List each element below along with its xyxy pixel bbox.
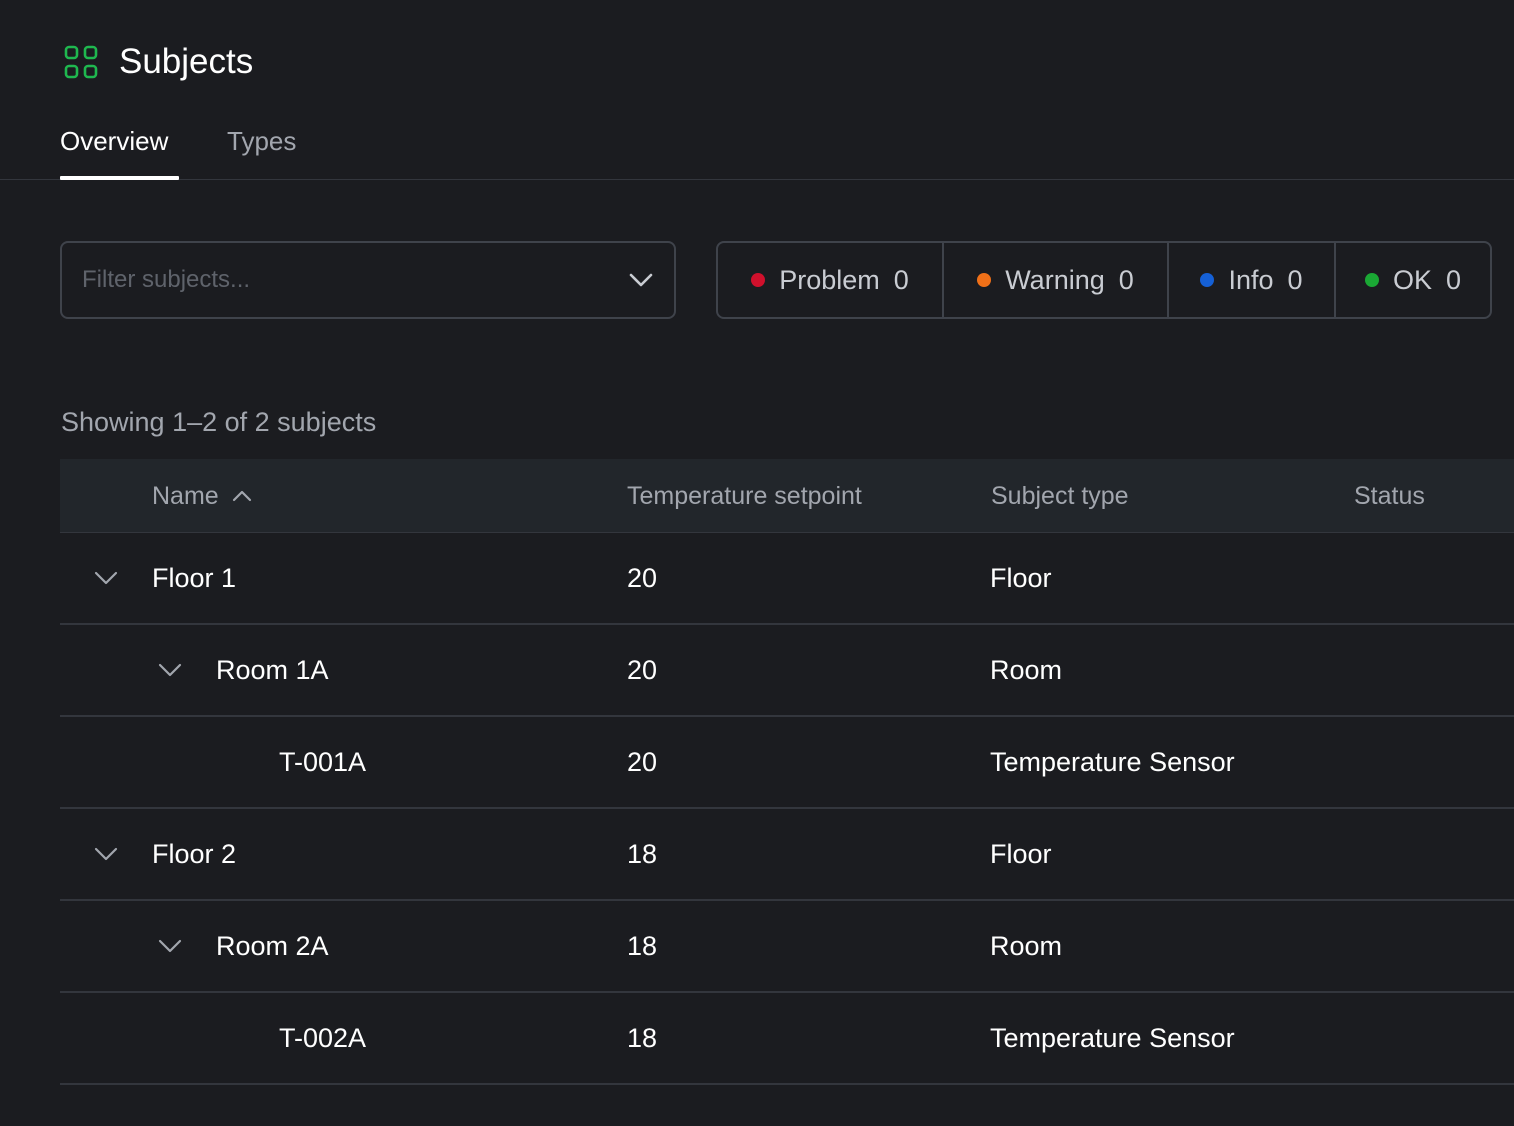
- column-header-temperature[interactable]: Temperature setpoint: [627, 459, 862, 533]
- table-row[interactable]: Room 1A 20 Room: [60, 625, 1514, 717]
- cell-temperature: 20: [627, 562, 658, 593]
- cell-temperature: 18: [627, 930, 658, 961]
- column-header-label: Name: [152, 481, 219, 510]
- tab-overview[interactable]: Overview: [60, 124, 168, 158]
- cell-temperature: 20: [627, 654, 658, 685]
- table-row[interactable]: T-001A 20 Temperature Sensor: [60, 717, 1514, 809]
- cell-name: Room 1A: [216, 654, 329, 685]
- chevron-down-icon[interactable]: [156, 932, 184, 960]
- cell-subject-type: Temperature Sensor: [990, 1022, 1235, 1053]
- subjects-page: Subjects Overview Types Problem 0 Warnin…: [0, 0, 1514, 1126]
- grid-icon: [64, 45, 98, 79]
- table-row[interactable]: Floor 1 20 Floor: [60, 533, 1514, 625]
- chevron-down-icon[interactable]: [92, 840, 120, 868]
- status-label: Info: [1228, 264, 1274, 295]
- column-header-name[interactable]: Name: [152, 459, 253, 533]
- status-count: 0: [1287, 264, 1303, 295]
- page-title: Subjects: [119, 42, 254, 81]
- status-count: 0: [1445, 264, 1462, 295]
- status-count: 0: [893, 264, 909, 295]
- active-tab-indicator: [60, 176, 179, 180]
- problem-dot-icon: [751, 273, 766, 287]
- cell-name: Floor 2: [152, 838, 237, 869]
- filter-subjects-combobox[interactable]: [60, 241, 676, 319]
- status-warning-button[interactable]: Warning 0: [944, 243, 1169, 317]
- warning-dot-icon: [977, 273, 992, 287]
- table-header: Name Temperature setpoint Subject type S…: [60, 459, 1514, 533]
- cell-subject-type: Floor: [990, 562, 1052, 593]
- column-header-status[interactable]: Status: [1354, 459, 1425, 533]
- status-filter-group: Problem 0 Warning 0 Info 0 OK 0: [716, 241, 1492, 319]
- filter-subjects-input[interactable]: [62, 243, 626, 317]
- cell-temperature: 18: [627, 838, 658, 869]
- info-dot-icon: [1200, 273, 1215, 287]
- column-header-type[interactable]: Subject type: [991, 459, 1129, 533]
- sort-ascending-icon: [232, 490, 251, 502]
- table-body: Floor 1 20 Floor Room 1A 20 Room T-001A 20 Tempe…: [60, 533, 1514, 1085]
- cell-temperature: 20: [627, 746, 658, 777]
- cell-subject-type: Floor: [990, 838, 1052, 869]
- cell-name: Room 2A: [216, 930, 329, 961]
- results-summary: Showing 1–2 of 2 subjects: [61, 407, 377, 437]
- table-row[interactable]: Room 2A 18 Room: [60, 901, 1514, 993]
- ok-dot-icon: [1364, 273, 1379, 287]
- tab-bar: Overview Types: [0, 118, 1514, 180]
- chevron-down-icon[interactable]: [626, 265, 656, 295]
- status-problem-button[interactable]: Problem 0: [718, 243, 944, 317]
- table-row[interactable]: Floor 2 18 Floor: [60, 809, 1514, 901]
- status-ok-button[interactable]: OK 0: [1336, 243, 1490, 317]
- status-label: Problem: [779, 264, 880, 295]
- status-label: OK: [1392, 264, 1432, 295]
- cell-name: T-001A: [279, 746, 367, 777]
- page-header: Subjects: [63, 40, 253, 84]
- chevron-down-icon[interactable]: [92, 564, 120, 592]
- cell-name: T-002A: [279, 1022, 367, 1053]
- cell-subject-type: Room: [990, 654, 1063, 685]
- chevron-down-icon[interactable]: [156, 656, 184, 684]
- tab-types[interactable]: Types: [227, 124, 296, 158]
- cell-name: Floor 1: [152, 562, 237, 593]
- status-count: 0: [1118, 264, 1134, 295]
- table-row[interactable]: T-002A 18 Temperature Sensor: [60, 993, 1514, 1085]
- subjects-table: Name Temperature setpoint Subject type S…: [60, 459, 1514, 1085]
- cell-subject-type: Room: [990, 930, 1063, 961]
- status-label: Warning: [1005, 264, 1105, 295]
- cell-subject-type: Temperature Sensor: [990, 746, 1235, 777]
- status-info-button[interactable]: Info 0: [1169, 243, 1336, 317]
- cell-temperature: 18: [627, 1022, 658, 1053]
